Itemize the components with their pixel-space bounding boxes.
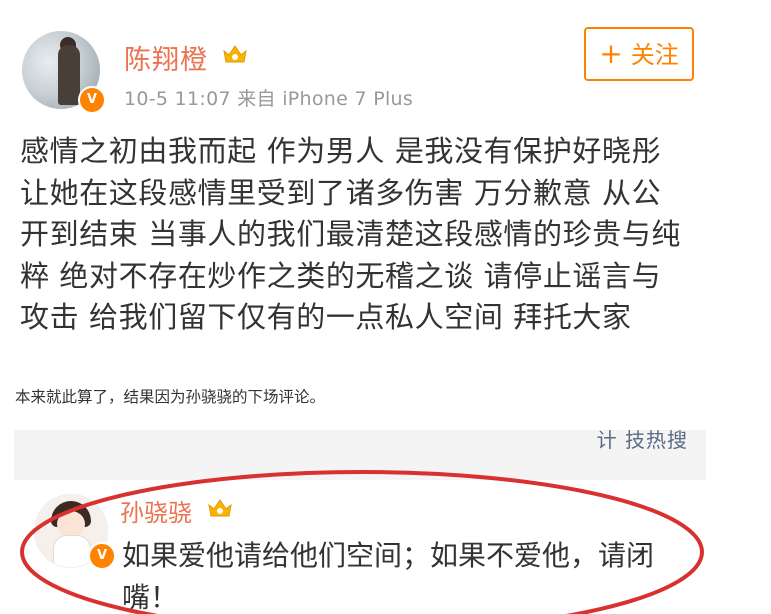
weibo-post-card: V 陈翔橙 10-5 11:07 来自 iPhone 7 Plus + 关注 感情… [0,0,720,345]
verified-badge-icon: V [78,86,106,114]
post-line: 粹 绝对不存在炒作之类的无稽之谈 请停止谣言与 [20,258,662,293]
post-text: 感情之初由我而起 作为男人 是我没有保护好晓彤 让她在这段感情里受到了诸多伤害 … [20,131,710,339]
avatar-figure-body [58,45,80,105]
plus-icon: + [599,37,623,70]
author-name[interactable]: 陈翔橙 [124,38,208,77]
post-line: 感情之初由我而起 作为男人 是我没有保护好晓彤 [20,134,662,168]
post-line: 让她在这段感情里受到了诸多伤害 万分歉意 从公 [20,175,662,210]
follow-label: 关注 [630,41,679,69]
reply-card: 计 技热搜 V 孙骁骁 如果爱他请给他们空间；如果不爱他，请闭嘴！ [14,430,706,614]
post-line: 开到结束 当事人的我们最清楚这段感情的珍贵与纯 [20,217,682,251]
post-meta: 10-5 11:07 来自 iPhone 7 Plus [124,88,414,110]
highlight-ellipse [20,470,704,614]
post-line: 攻击 给我们留下仅有的一点私人空间 拜托大家 [20,300,632,334]
article-caption: 本来就此算了，结果因为孙骁骁的下场评论。 [15,388,326,406]
follow-button[interactable]: + 关注 [584,27,694,81]
crown-vip-icon [223,45,247,63]
